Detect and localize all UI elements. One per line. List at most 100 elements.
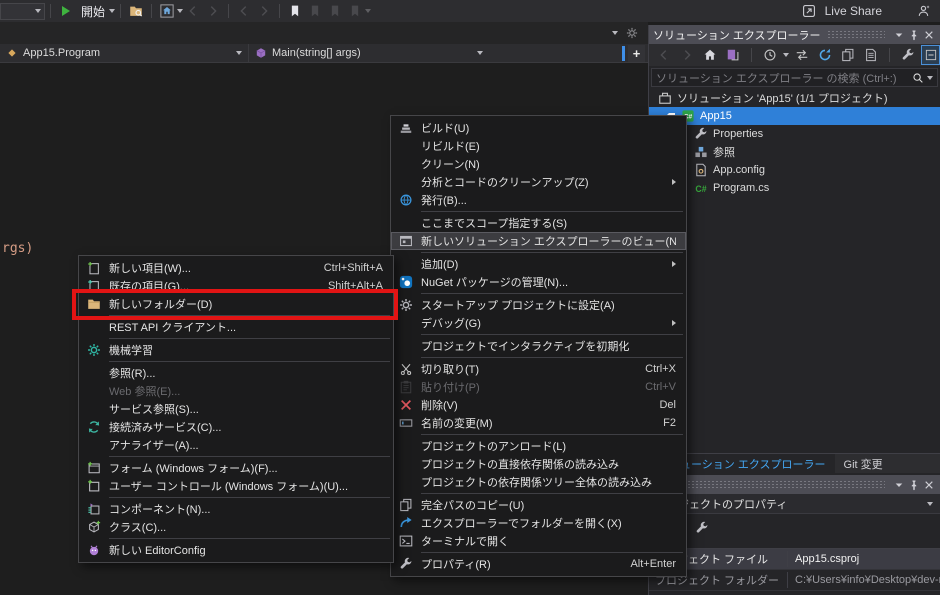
window-position-chevron-icon[interactable] <box>891 477 906 492</box>
context-menu-item[interactable]: 発行(B)... <box>391 191 686 209</box>
split-window-button[interactable]: + <box>628 45 645 62</box>
sync-icon <box>795 48 809 62</box>
add-submenu-item[interactable]: REST API クライアント... <box>79 318 393 336</box>
chevron-down-icon[interactable] <box>365 9 371 13</box>
pending-changes-filter-button[interactable] <box>760 46 780 64</box>
bottom-tab-bar: ソリューション エクスプローラー Git 変更 <box>649 453 940 473</box>
add-submenu-item[interactable]: クラス(C)... <box>79 518 393 536</box>
document-list-chevron-icon[interactable] <box>612 31 618 35</box>
properties-object-combo[interactable]: プロジェクトのプロパティ <box>649 494 940 514</box>
class-icon <box>79 520 109 534</box>
context-menu-item[interactable]: 追加(D) <box>391 255 686 273</box>
context-menu-item[interactable]: 削除(V)Del <box>391 396 686 414</box>
pin-icon[interactable] <box>906 27 921 42</box>
context-menu-item[interactable]: デバッグ(G) <box>391 314 686 332</box>
add-submenu-item[interactable]: 参照(R)... <box>79 364 393 382</box>
context-menu-item[interactable]: スタートアップ プロジェクトに設定(A) <box>391 296 686 314</box>
goto-all-button[interactable] <box>126 2 146 20</box>
home-button[interactable] <box>700 46 720 64</box>
context-menu-item[interactable]: プロジェクトの直接依存関係の読み込み <box>391 455 686 473</box>
chevron-down-icon[interactable] <box>927 76 933 80</box>
context-menu-item[interactable]: プロパティ(R)Alt+Enter <box>391 555 686 573</box>
chevron-down-icon[interactable] <box>109 9 115 13</box>
collapse-all-button[interactable] <box>921 45 940 65</box>
context-menu-item[interactable]: 名前の変更(M)F2 <box>391 414 686 432</box>
boxed-home-button[interactable] <box>157 2 177 20</box>
add-submenu-item[interactable]: 機械学習 <box>79 341 393 359</box>
context-menu-item[interactable]: プロジェクトでインタラクティブを初期化 <box>391 337 686 355</box>
context-menu-item[interactable]: ターミナルで開く <box>391 532 686 550</box>
add-submenu-item[interactable]: フォーム (Windows フォーム)(F)... <box>79 459 393 477</box>
add-submenu-item[interactable]: Web 参照(E)... <box>79 382 393 400</box>
refresh-button[interactable] <box>815 46 835 64</box>
context-menu-item[interactable]: 切り取り(T)Ctrl+X <box>391 360 686 378</box>
preview-selected-items-button[interactable] <box>861 46 881 64</box>
tree-item[interactable]: App.config <box>649 161 940 179</box>
start-debug-button[interactable] <box>56 2 76 20</box>
add-submenu-item[interactable]: ユーザー コントロール (Windows フォーム)(U)... <box>79 477 393 495</box>
window-position-chevron-icon[interactable] <box>891 27 906 42</box>
back-button[interactable] <box>654 46 674 64</box>
add-submenu-item[interactable]: 接続済みサービス(C)... <box>79 418 393 436</box>
context-menu-item[interactable]: NuGet パッケージの管理(N)... <box>391 273 686 291</box>
project-context-menu: ビルド(U)リビルド(E)クリーン(N)分析とコードのクリーンアップ(Z)発行(… <box>390 115 687 577</box>
start-debug-label[interactable]: 開始 <box>81 3 105 20</box>
context-menu-item[interactable]: リビルド(E) <box>391 137 686 155</box>
debug-target-combo[interactable] <box>0 3 45 20</box>
clear-bookmarks-button[interactable] <box>345 2 365 20</box>
nest-files-button[interactable] <box>838 46 858 64</box>
tree-item[interactable]: C#App15 <box>649 107 940 125</box>
tree-item[interactable]: Properties <box>649 125 940 143</box>
properties-titlebar[interactable] <box>649 475 940 494</box>
forward-button[interactable] <box>677 46 697 64</box>
context-menu-item[interactable]: 分析とコードのクリーンアップ(Z) <box>391 173 686 191</box>
indent-decrease-button[interactable] <box>234 2 254 20</box>
toggle-bookmark-button[interactable] <box>285 2 305 20</box>
sync-with-active-document-button[interactable] <box>792 46 812 64</box>
switch-views-button[interactable] <box>723 46 743 64</box>
properties-wrench-icon[interactable] <box>695 521 709 535</box>
menu-item-label: エクスプローラーでフォルダーを開く(X) <box>421 515 622 531</box>
context-menu-item[interactable]: プロジェクトのアンロード(L) <box>391 437 686 455</box>
context-menu-item[interactable]: プロジェクトの依存関係ツリー全体の読み込み <box>391 473 686 491</box>
live-share-label[interactable]: Live Share <box>825 4 882 18</box>
tab-git-changes[interactable]: Git 変更 <box>835 454 892 473</box>
type-dropdown[interactable]: App15.Program <box>0 44 248 62</box>
live-share-button[interactable] <box>799 2 819 20</box>
solution-explorer-titlebar[interactable]: ソリューション エクスプローラー <box>649 25 940 44</box>
add-submenu-item[interactable]: アナライザー(A)... <box>79 436 393 454</box>
properties-button[interactable] <box>898 46 918 64</box>
member-dropdown[interactable]: Main(string[] args) <box>249 44 489 62</box>
home-icon <box>160 4 174 18</box>
menu-item-label: リビルド(E) <box>421 138 480 154</box>
next-bookmark-button[interactable] <box>325 2 345 20</box>
property-row[interactable]: プロジェクト ファイルApp15.csproj <box>649 549 940 570</box>
context-menu-item[interactable]: 完全パスのコピー(U) <box>391 496 686 514</box>
add-submenu-item[interactable]: サービス参照(S)... <box>79 400 393 418</box>
property-row[interactable]: プロジェクト フォルダーC:¥Users¥info¥Desktop¥dev-mi… <box>649 570 940 591</box>
close-icon[interactable] <box>921 477 936 492</box>
prev-bookmark-button[interactable] <box>305 2 325 20</box>
context-menu-item[interactable]: クリーン(N) <box>391 155 686 173</box>
context-menu-item[interactable]: ここまでスコープ指定する(S) <box>391 214 686 232</box>
add-submenu-item[interactable]: 新しい EditorConfig <box>79 541 393 559</box>
context-menu-item[interactable]: エクスプローラーでフォルダーを開く(X) <box>391 514 686 532</box>
context-menu-item[interactable]: 貼り付け(P)Ctrl+V <box>391 378 686 396</box>
indent-increase-button[interactable] <box>254 2 274 20</box>
tree-item[interactable]: C#Program.cs <box>649 179 940 197</box>
tree-item[interactable]: ソリューション 'App15' (1/1 プロジェクト) <box>649 89 940 107</box>
solution-search-box[interactable]: ソリューション エクスプローラー の検索 (Ctrl+:) <box>651 68 938 87</box>
nav-forward-button[interactable] <box>203 2 223 20</box>
search-icon[interactable] <box>912 72 924 84</box>
add-submenu-item[interactable]: 新しい項目(W)...Ctrl+Shift+A <box>79 259 393 277</box>
context-menu-item[interactable]: ビルド(U) <box>391 119 686 137</box>
nav-back-button[interactable] <box>183 2 203 20</box>
close-icon[interactable] <box>921 27 936 42</box>
feedback-button[interactable] <box>914 2 934 20</box>
pin-icon[interactable] <box>906 477 921 492</box>
tree-item[interactable]: 参照 <box>649 143 940 161</box>
context-menu-item[interactable]: 新しいソリューション エクスプローラーのビュー(N) <box>391 232 686 250</box>
chevron-down-icon[interactable] <box>783 53 789 57</box>
window-options-gear-icon[interactable] <box>626 27 638 39</box>
add-submenu-item[interactable]: コンポーネント(N)... <box>79 500 393 518</box>
